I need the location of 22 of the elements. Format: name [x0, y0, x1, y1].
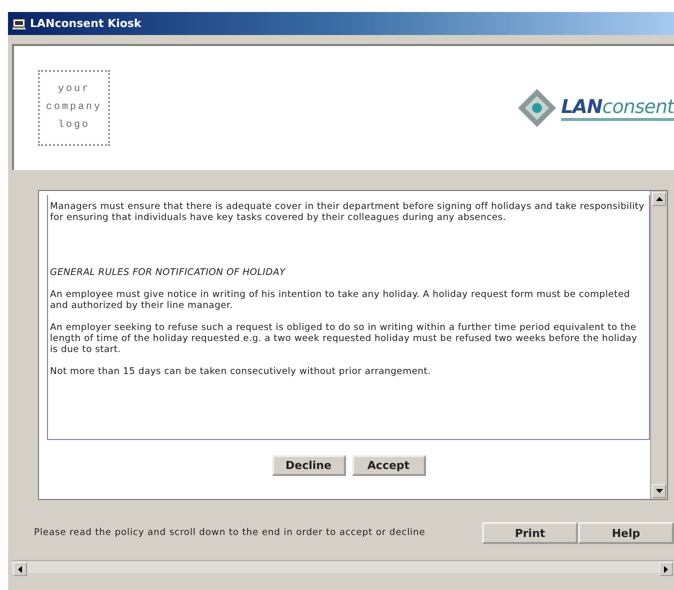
- policy-paragraph: An employer seeking to refuse such a request is obliged to do so in writing within a further time period equivalent to the length of time of the holiday requested e.g. a two week requested holiday must be refused two weeks before the holiday is due to start.: [50, 322, 638, 355]
- section-heading: GENERAL RULES FOR NOTIFICATION OF HOLIDAY: [50, 267, 286, 278]
- policy-paragraph: An employee must give notice in writing of his intention to take any holiday. A holiday request form must be completed and authorized by their line manager.: [50, 289, 631, 311]
- instruction-text: Please read the policy and scroll down to the end in order to accept or decline: [34, 527, 426, 539]
- down-arrow-icon: [656, 489, 662, 493]
- scroll-right-button[interactable]: [659, 562, 673, 576]
- up-arrow-icon: [656, 197, 662, 201]
- action-button[interactable]: Accept: [352, 455, 426, 476]
- action-button[interactable]: Decline: [272, 455, 346, 476]
- right-arrow-icon: [664, 566, 668, 572]
- left-arrow-icon: [18, 566, 22, 572]
- policy-paragraph: Managers must ensure that there is adequate cover in their department before signing off holidays and take responsibility for ensuring that individuals have key tasks covered by their colleagues during any absences.: [50, 201, 646, 223]
- action-button[interactable]: Print: [482, 522, 578, 544]
- logo-placeholder-text: your company logo: [44, 83, 103, 133]
- scroll-left-button[interactable]: [13, 562, 27, 576]
- diamond-logo-icon: [517, 88, 558, 128]
- policy-paragraph: Not more than 15 days can be taken consecutively without prior arrangement.: [50, 366, 432, 377]
- scroll-down-button[interactable]: [652, 484, 666, 498]
- action-button[interactable]: Help: [578, 522, 674, 544]
- scroll-up-button[interactable]: [652, 192, 666, 206]
- window-title: LANconsent Kiosk: [30, 17, 142, 30]
- app-icon: [12, 18, 26, 30]
